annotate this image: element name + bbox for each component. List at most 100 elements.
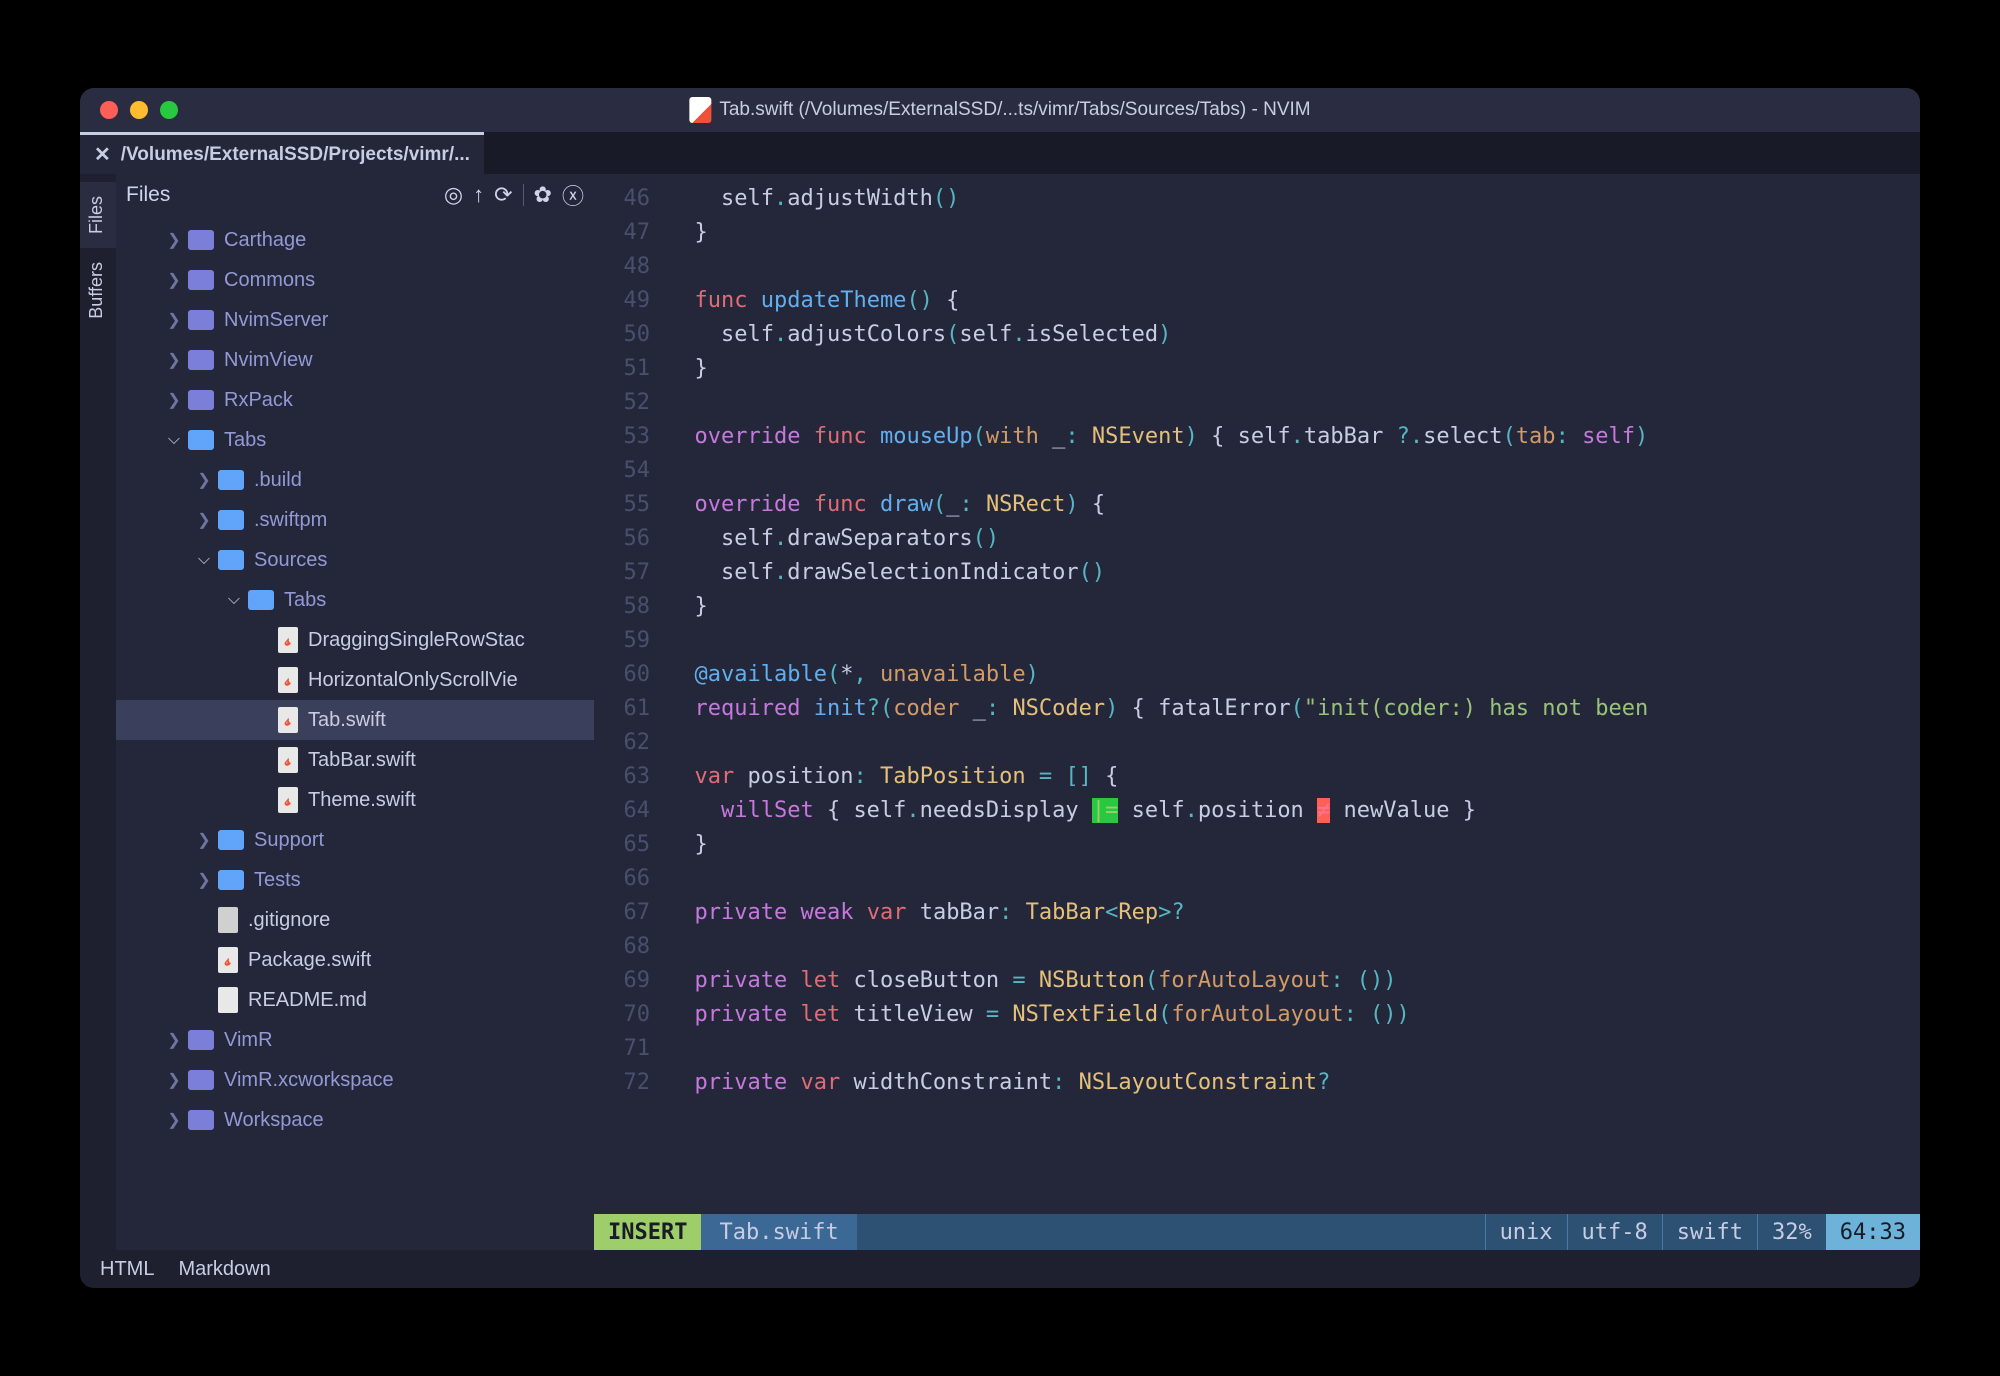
tree-item[interactable]: ❯.swiftpm bbox=[116, 500, 594, 540]
code-line[interactable]: } bbox=[668, 216, 1920, 250]
line-number: 59 bbox=[594, 624, 668, 658]
file-explorer-toolbar: ◎ ↑ ⟳ ✿ ⓧ bbox=[444, 179, 584, 211]
tree-item[interactable]: README.md bbox=[116, 980, 594, 1020]
tree-item[interactable]: HorizontalOnlyScrollVie bbox=[116, 660, 594, 700]
code-line[interactable] bbox=[668, 624, 1920, 658]
tree-item[interactable]: Package.swift bbox=[116, 940, 594, 980]
chevron-icon[interactable]: ❯ bbox=[166, 1110, 182, 1130]
code-line[interactable]: self.adjustWidth() bbox=[668, 182, 1920, 216]
code-line[interactable] bbox=[668, 454, 1920, 488]
tree-item[interactable]: .gitignore bbox=[116, 900, 594, 940]
tree-item[interactable]: ❯Support bbox=[116, 820, 594, 860]
bottom-tab-html[interactable]: HTML bbox=[100, 1258, 154, 1281]
chevron-icon[interactable]: ❯ bbox=[166, 1070, 182, 1090]
file-tree[interactable]: ❯Carthage❯Commons❯NvimServer❯NvimView❯Rx… bbox=[116, 216, 594, 1250]
code-line[interactable]: private var widthConstraint: NSLayoutCon… bbox=[668, 1066, 1920, 1100]
code-line[interactable] bbox=[668, 930, 1920, 964]
window-body: ✕ /Volumes/ExternalSSD/Projects/vimr/...… bbox=[80, 132, 1920, 1288]
code-editor[interactable]: 4647484950515253545556575859606162636465… bbox=[594, 174, 1920, 1250]
minimize-window-button[interactable] bbox=[130, 101, 148, 119]
close-window-button[interactable] bbox=[100, 101, 118, 119]
chevron-icon[interactable]: ❯ bbox=[196, 870, 212, 890]
tree-item[interactable]: ❯Commons bbox=[116, 260, 594, 300]
code-content[interactable]: self.adjustWidth() } func updateTheme() … bbox=[668, 174, 1920, 1214]
line-number: 65 bbox=[594, 828, 668, 862]
tree-item[interactable]: ❯ Workspace bbox=[116, 1100, 594, 1140]
tree-item-label: Workspace bbox=[224, 1109, 324, 1132]
tree-item[interactable]: DraggingSingleRowStac bbox=[116, 620, 594, 660]
gear-icon[interactable]: ✿ bbox=[534, 182, 552, 208]
code-line[interactable]: private weak var tabBar: TabBar<Rep>? bbox=[668, 896, 1920, 930]
code-line[interactable] bbox=[668, 1032, 1920, 1066]
tree-item[interactable]: ❯VimR bbox=[116, 1020, 594, 1060]
chevron-icon[interactable]: ❯ bbox=[166, 350, 182, 370]
app-window: Tab.swift (/Volumes/ExternalSSD/...ts/vi… bbox=[80, 88, 1920, 1288]
chevron-icon[interactable]: ❯ bbox=[166, 390, 182, 410]
tab-active[interactable]: ✕ /Volumes/ExternalSSD/Projects/vimr/... bbox=[80, 132, 484, 174]
tree-item[interactable]: ⌵ Tabs bbox=[116, 420, 594, 460]
folder-icon bbox=[188, 230, 214, 250]
zoom-window-button[interactable] bbox=[160, 101, 178, 119]
side-tab-buffers[interactable]: Buffers bbox=[80, 248, 116, 333]
code-line[interactable]: } bbox=[668, 590, 1920, 624]
code-line[interactable] bbox=[668, 386, 1920, 420]
code-line[interactable]: var position: TabPosition = [] { bbox=[668, 760, 1920, 794]
code-line[interactable]: required init?(coder _: NSCoder) { fatal… bbox=[668, 692, 1920, 726]
code-line[interactable]: private let titleView = NSTextField(forA… bbox=[668, 998, 1920, 1032]
tree-item[interactable]: ❯NvimView bbox=[116, 340, 594, 380]
code-line[interactable]: private let closeButton = NSButton(forAu… bbox=[668, 964, 1920, 998]
code-line[interactable]: } bbox=[668, 352, 1920, 386]
code-line[interactable]: func updateTheme() { bbox=[668, 284, 1920, 318]
status-cursor-position: 64:33 bbox=[1826, 1214, 1920, 1250]
chevron-icon[interactable]: ❯ bbox=[166, 310, 182, 330]
code-line[interactable]: self.drawSelectionIndicator() bbox=[668, 556, 1920, 590]
code-line[interactable]: override func draw(_: NSRect) { bbox=[668, 488, 1920, 522]
main-area: Files Buffers Files ◎ ↑ ⟳ ✿ ⓧ ❯Carthage❯… bbox=[80, 174, 1920, 1250]
tree-item-label: TabBar.swift bbox=[308, 749, 416, 772]
chevron-icon[interactable]: ❯ bbox=[196, 470, 212, 490]
code-line[interactable]: } bbox=[668, 828, 1920, 862]
code-line[interactable]: @available(*, unavailable) bbox=[668, 658, 1920, 692]
tree-item[interactable]: TabBar.swift bbox=[116, 740, 594, 780]
close-panel-icon[interactable]: ⓧ bbox=[562, 179, 584, 211]
close-icon[interactable]: ✕ bbox=[94, 142, 111, 167]
tree-item[interactable]: Tab.swift bbox=[116, 700, 594, 740]
tab-bar: ✕ /Volumes/ExternalSSD/Projects/vimr/... bbox=[80, 132, 1920, 174]
chevron-icon[interactable]: ❯ bbox=[166, 1030, 182, 1050]
tree-item[interactable]: ❯Tests bbox=[116, 860, 594, 900]
tree-item[interactable]: ❯NvimServer bbox=[116, 300, 594, 340]
chevron-icon[interactable]: ❯ bbox=[166, 230, 182, 250]
target-icon[interactable]: ◎ bbox=[444, 182, 463, 208]
code-line[interactable] bbox=[668, 726, 1920, 760]
tree-item-label: Tabs bbox=[224, 429, 266, 452]
chevron-icon[interactable]: ❯ bbox=[196, 830, 212, 850]
side-tab-files[interactable]: Files bbox=[80, 182, 116, 248]
tree-item[interactable]: ❯RxPack bbox=[116, 380, 594, 420]
folder-icon bbox=[188, 1110, 214, 1130]
folder-icon bbox=[188, 430, 214, 450]
bottom-tab-markdown[interactable]: Markdown bbox=[178, 1258, 270, 1281]
code-line[interactable] bbox=[668, 862, 1920, 896]
code-line[interactable]: self.adjustColors(self.isSelected) bbox=[668, 318, 1920, 352]
code-line[interactable]: override func mouseUp(with _: NSEvent) {… bbox=[668, 420, 1920, 454]
code-line[interactable] bbox=[668, 250, 1920, 284]
chevron-icon[interactable]: ⌵ bbox=[166, 431, 182, 449]
code-line[interactable]: willSet { self.needsDisplay |= self.posi… bbox=[668, 794, 1920, 828]
chevron-icon[interactable]: ❯ bbox=[196, 510, 212, 530]
line-number: 71 bbox=[594, 1032, 668, 1066]
chevron-icon[interactable]: ❯ bbox=[166, 270, 182, 290]
tree-item[interactable]: ⌵Tabs bbox=[116, 580, 594, 620]
tree-item[interactable]: ⌵Sources bbox=[116, 540, 594, 580]
line-number-gutter: 4647484950515253545556575859606162636465… bbox=[594, 174, 668, 1214]
refresh-icon[interactable]: ⟳ bbox=[494, 182, 512, 208]
tree-item[interactable]: ❯.build bbox=[116, 460, 594, 500]
tree-item[interactable]: Theme.swift bbox=[116, 780, 594, 820]
tree-item[interactable]: ❯Carthage bbox=[116, 220, 594, 260]
chevron-icon[interactable]: ⌵ bbox=[196, 551, 212, 569]
tree-item[interactable]: ❯VimR.xcworkspace bbox=[116, 1060, 594, 1100]
chevron-icon[interactable]: ⌵ bbox=[226, 591, 242, 609]
code-line[interactable]: self.drawSeparators() bbox=[668, 522, 1920, 556]
status-percent: 32% bbox=[1757, 1214, 1826, 1250]
up-arrow-icon[interactable]: ↑ bbox=[473, 182, 484, 208]
folder-icon bbox=[188, 1070, 214, 1090]
